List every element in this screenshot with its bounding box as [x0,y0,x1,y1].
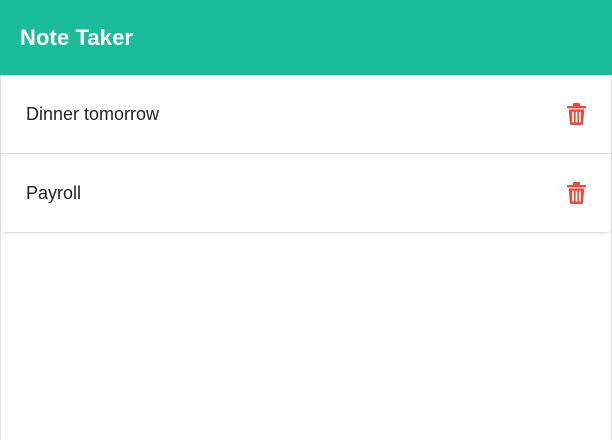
list-item[interactable]: Dinner tomorrow [1,75,611,154]
list-item[interactable]: Payroll [1,154,611,233]
note-title: Payroll [26,182,82,203]
trash-icon [566,182,586,204]
navbar: Note Taker [0,0,612,75]
delete-note-button[interactable] [565,102,587,126]
notes-list-group: Dinner tomorrow Payroll [1,75,611,233]
delete-note-button[interactable] [565,181,587,205]
app-title-link[interactable]: Note Taker [20,25,133,51]
app: Note Taker Dinner tomorrow Payroll [0,0,612,440]
notes-list: Dinner tomorrow Payroll [0,75,612,440]
note-title: Dinner tomorrow [26,103,160,124]
trash-icon [566,103,586,125]
